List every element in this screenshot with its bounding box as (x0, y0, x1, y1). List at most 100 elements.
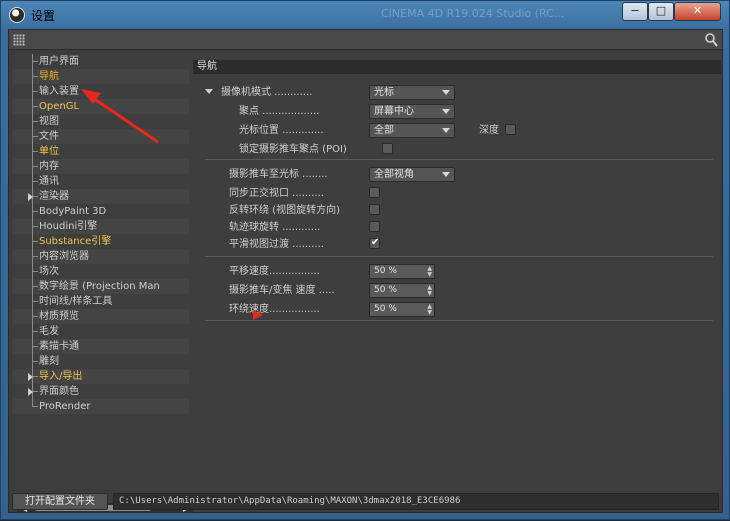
smooth-transition-checkbox[interactable]: ✔ (369, 237, 380, 249)
sidebar-item[interactable]: 视图 (13, 114, 189, 129)
stepper-icon[interactable]: ▲ ▼ (427, 304, 432, 316)
sidebar-item-label: Substance引擎 (39, 236, 112, 247)
sidebar-item[interactable]: 材质预览 (13, 309, 189, 324)
sidebar-item[interactable]: 文件 (13, 129, 189, 144)
expand-arrow-icon[interactable] (28, 373, 33, 381)
sidebar-item-label: 渲染器 (39, 191, 69, 202)
sidebar-item-label: 内存 (39, 161, 59, 172)
sidebar-item[interactable]: 输入装置 (13, 84, 189, 99)
sync-ortho-checkbox[interactable] (369, 187, 380, 198)
sidebar-item-label: 通讯 (39, 176, 59, 187)
tree-connector (32, 151, 38, 152)
sidebar-item[interactable]: Houdini引擎 (13, 219, 189, 234)
chevron-down-icon (442, 90, 450, 95)
sidebar-item-label: 单位 (39, 146, 59, 157)
lock-poi-checkbox[interactable] (382, 143, 393, 154)
sidebar-item[interactable]: BodyPaint 3D (13, 204, 189, 219)
open-config-folder-button[interactable]: 打开配置文件夹 (12, 493, 108, 510)
camera-mode-value: 光标 (374, 87, 394, 98)
tree-connector (32, 301, 38, 302)
tree-connector (32, 316, 38, 317)
sidebar-item[interactable]: OpenGL (13, 99, 189, 114)
background-window-title: CINEMA 4D R19.024 Studio (RC... (381, 7, 565, 20)
collapse-arrow-icon[interactable] (205, 89, 213, 94)
sidebar-item-label: 导入/导出 (39, 371, 83, 382)
sidebar-item-label: 界面颜色 (39, 386, 79, 397)
sidebar-item[interactable]: 渲染器 (13, 189, 189, 204)
sidebar-item[interactable]: 时间线/样条工具 (13, 294, 189, 309)
close-button[interactable]: ✕ (674, 2, 721, 21)
tree-connector (32, 91, 38, 92)
sidebar-item-label: Houdini引擎 (39, 221, 98, 232)
trackball-label: 轨迹球旋转 ............ (229, 222, 321, 233)
tree-connector (32, 211, 38, 212)
dolly-to-cursor-dropdown[interactable]: 全部视角 (369, 167, 455, 182)
focus-dropdown[interactable]: 屏幕中心 (369, 104, 455, 119)
expand-arrow-icon[interactable] (28, 388, 33, 396)
maximize-button[interactable]: □ (648, 2, 674, 21)
sidebar-item[interactable]: 场次 (13, 264, 189, 279)
chevron-down-icon (442, 109, 450, 114)
tree-connector (32, 286, 38, 287)
tree-connector (32, 226, 38, 227)
sidebar-item[interactable]: 界面颜色 (13, 384, 189, 399)
orbit-speed-field[interactable]: 50 % ▲ ▼ (369, 302, 435, 317)
sidebar-item[interactable]: 内容浏览器 (13, 249, 189, 264)
sidebar-item[interactable]: 用户界面 (13, 54, 189, 69)
trackball-checkbox[interactable] (369, 221, 380, 232)
dolly-zoom-speed-field[interactable]: 50 % ▲ ▼ (369, 283, 435, 298)
depth-checkbox[interactable] (505, 124, 516, 135)
sidebar-item-label: 时间线/样条工具 (39, 296, 113, 307)
sidebar-item[interactable]: 单位 (13, 144, 189, 159)
chevron-down-icon (442, 128, 450, 133)
title-bar[interactable]: 设置 CINEMA 4D R19.024 Studio (RC... − □ ✕ (1, 1, 729, 29)
pan-speed-label: 平移速度................ (229, 266, 320, 277)
focus-value: 屏幕中心 (374, 106, 414, 117)
sync-ortho-label: 同步正交视口 .......... (229, 188, 324, 199)
tree-connector (32, 271, 38, 272)
tree-connector (32, 136, 38, 137)
sidebar-item[interactable]: 数字绘景 (Projection Man (13, 279, 189, 294)
checkmark-icon: ✔ (371, 237, 380, 248)
sidebar-item[interactable]: 内存 (13, 159, 189, 174)
tree-connector (32, 121, 38, 122)
sidebar-item[interactable]: 雕刻 (13, 354, 189, 369)
reverse-orbit-label: 反转环绕 (视图旋转方向) (229, 205, 340, 216)
stepper-icon[interactable]: ▲ ▼ (427, 285, 432, 297)
sidebar-item-label: 用户界面 (39, 56, 79, 67)
stepper-icon[interactable]: ▲ ▼ (427, 266, 432, 278)
camera-mode-dropdown[interactable]: 光标 (369, 85, 455, 100)
sidebar-item-label: 毛发 (39, 326, 59, 337)
tree-connector (32, 181, 38, 182)
sidebar-item[interactable]: 导航 (13, 69, 189, 84)
sidebar-item-label: ProRender (39, 401, 91, 412)
tree-connector (32, 166, 38, 167)
sidebar-item[interactable]: 毛发 (13, 324, 189, 339)
app-icon (9, 7, 25, 23)
reverse-orbit-checkbox[interactable] (369, 204, 380, 215)
camera-mode-label: 摄像机模式 ............ (221, 87, 313, 98)
sidebar-item[interactable]: 通讯 (13, 174, 189, 189)
sidebar-item[interactable]: Substance引擎 (13, 234, 189, 249)
grip-icon[interactable] (13, 34, 25, 46)
panel-header: 导航 (193, 60, 721, 74)
search-icon[interactable] (704, 32, 718, 48)
expand-arrow-icon[interactable] (28, 193, 33, 201)
tree-connector (32, 361, 38, 362)
pan-speed-field[interactable]: 50 % ▲ ▼ (369, 264, 435, 279)
settings-window: 设置 CINEMA 4D R19.024 Studio (RC... − □ ✕… (0, 0, 730, 520)
settings-client-area: 用户界面 导航 输入装置 OpenGL 视图 文件 单位 内存 通讯 渲染器 BodyPaint 3… (8, 29, 723, 513)
minimize-button[interactable]: − (622, 2, 648, 21)
sidebar-item[interactable]: ProRender (13, 399, 189, 414)
tree-connector (32, 241, 38, 242)
dolly-to-cursor-value: 全部视角 (374, 169, 414, 180)
cursor-position-dropdown[interactable]: 全部 (369, 123, 455, 138)
sidebar-item[interactable]: 导入/导出 (13, 369, 189, 384)
tree-connector (32, 106, 38, 107)
divider (205, 159, 713, 160)
focus-label: 聚点 .................. (239, 106, 320, 117)
sidebar-item-label: 内容浏览器 (39, 251, 89, 262)
divider (205, 320, 713, 321)
sidebar-item[interactable]: 素描卡通 (13, 339, 189, 354)
window-title: 设置 (31, 9, 56, 23)
